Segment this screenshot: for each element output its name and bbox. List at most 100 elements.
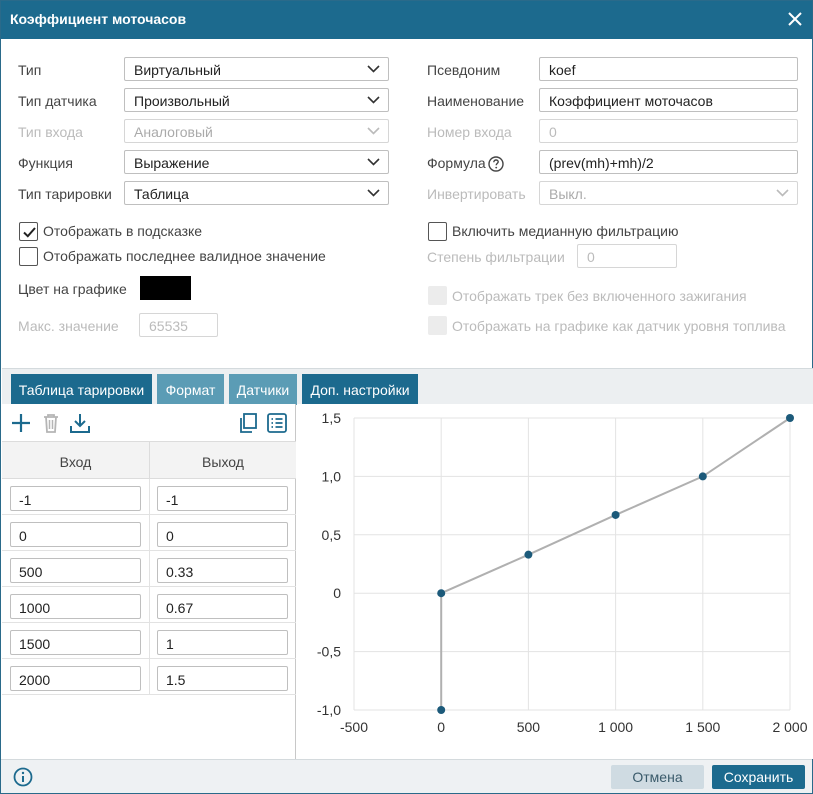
chevron-down-icon: [367, 158, 380, 166]
data-point: [611, 510, 620, 519]
list-icon[interactable]: [266, 412, 288, 434]
dialog-footer: Отмена Сохранить: [1, 759, 812, 793]
input-cell[interactable]: 1500: [10, 630, 141, 655]
calibration-chart-pane: -500 0 500 1 000 1 500 2 000 -1,0 -0,5 0 0,5 1,0 1,…: [297, 404, 813, 759]
x-tick-label: -500: [340, 719, 368, 735]
checkmark-icon: [23, 227, 36, 238]
input-cell[interactable]: 1000: [10, 594, 141, 619]
invert-value: Выкл.: [549, 186, 587, 202]
input-number-value: 0: [549, 124, 557, 140]
show-in-tooltip-label[interactable]: Отображать в подсказке: [43, 223, 202, 239]
chart-color-swatch[interactable]: [140, 276, 191, 300]
sensor-type-select[interactable]: Произвольный: [124, 88, 389, 112]
close-icon[interactable]: [786, 10, 804, 28]
type-label: Тип: [18, 62, 42, 78]
calibration-chart: -500 0 500 1 000 1 500 2 000 -1,0 -0,5 0 0,5 1,0 1,…: [317, 410, 808, 735]
input-cell[interactable]: 0: [10, 522, 141, 547]
output-cell[interactable]: 1.5: [157, 666, 288, 691]
filter-degree-value: 0: [587, 249, 595, 265]
calibration-table-pane: Вход Выход -1 -1 0 0 500 0.33 1000 0.67 …: [2, 404, 296, 759]
calibration-type-select[interactable]: Таблица: [124, 181, 389, 205]
sensor-type-label: Тип датчика: [18, 93, 97, 109]
filter-degree-label: Степень фильтрации: [427, 249, 565, 265]
data-point: [786, 414, 794, 422]
input-type-label: Тип входа: [18, 124, 83, 140]
input-number-input: 0: [539, 119, 798, 143]
input-number-label: Номер входа: [427, 124, 512, 140]
input-cell[interactable]: -1: [10, 486, 141, 511]
table-row: 500 0.33: [2, 551, 296, 587]
type-select[interactable]: Виртуальный: [124, 57, 389, 81]
name-input[interactable]: Коэффициент моточасов: [539, 88, 798, 112]
output-cell[interactable]: 0.67: [157, 594, 288, 619]
input-cell[interactable]: 2000: [10, 666, 141, 691]
show-last-valid-label[interactable]: Отображать последнее валидное значение: [43, 248, 326, 264]
y-tick-label: 1,0: [322, 468, 342, 484]
invert-label: Инвертировать: [427, 186, 526, 202]
show-last-valid-checkbox[interactable]: [19, 247, 38, 266]
table-row: 0 0: [2, 515, 296, 551]
chevron-down-icon: [776, 189, 789, 197]
function-select[interactable]: Выражение: [124, 150, 389, 174]
alias-label: Псевдоним: [427, 62, 501, 78]
input-type-value: Аналоговый: [134, 124, 213, 140]
plus-icon[interactable]: [10, 412, 32, 434]
table-row: -1 -1: [2, 479, 296, 515]
median-filter-checkbox[interactable]: [428, 222, 447, 241]
tab-sensors[interactable]: Датчики: [229, 374, 297, 405]
name-label: Наименование: [427, 93, 525, 109]
alias-input[interactable]: koef: [539, 57, 798, 81]
chevron-down-icon: [367, 189, 380, 197]
formula-label: Формула: [427, 155, 486, 171]
x-tick-label: 2 000: [772, 719, 807, 735]
x-tick-label: 1 000: [598, 719, 633, 735]
output-cell[interactable]: 0.33: [157, 558, 288, 583]
y-tick-label: -1,0: [317, 702, 341, 718]
tab-bar: Таблица тарировки Формат Датчики Доп. на…: [2, 368, 813, 405]
tab-extra-settings[interactable]: Доп. настройки: [302, 374, 418, 405]
input-cell[interactable]: 500: [10, 558, 141, 583]
max-value-value: 65535: [149, 318, 188, 334]
fuel-level-chart-checkbox: [428, 316, 447, 335]
fuel-level-chart-label: Отображать на графике как датчик уровня …: [452, 318, 786, 334]
formula-value: (prev(mh)+mh)/2: [549, 155, 654, 171]
trash-icon[interactable]: [40, 412, 62, 434]
y-tick-label: 1,5: [322, 410, 342, 426]
track-without-ignition-checkbox: [428, 286, 447, 305]
median-filter-label[interactable]: Включить медианную фильтрацию: [452, 223, 678, 239]
tab-format[interactable]: Формат: [157, 374, 224, 405]
dialog-title: Коэффициент моточасов: [10, 11, 187, 27]
x-tick-label: 0: [437, 719, 445, 735]
output-cell[interactable]: 0: [157, 522, 288, 547]
data-point: [437, 706, 446, 714]
output-cell[interactable]: -1: [157, 486, 288, 511]
show-in-tooltip-checkbox[interactable]: [19, 222, 38, 241]
output-cell[interactable]: 1: [157, 630, 288, 655]
column-header-input: Вход: [59, 454, 92, 470]
tab-calibration-table[interactable]: Таблица тарировки: [11, 374, 152, 405]
calibration-type-value: Таблица: [134, 186, 189, 202]
chevron-down-icon: [367, 127, 380, 135]
function-value: Выражение: [134, 155, 210, 171]
formula-input[interactable]: (prev(mh)+mh)/2: [539, 150, 798, 174]
data-point: [698, 472, 707, 481]
input-type-select: Аналоговый: [124, 119, 389, 143]
chart-color-label: Цвет на графике: [18, 281, 127, 297]
info-icon[interactable]: [13, 767, 33, 787]
calibration-type-label: Тип тарировки: [18, 186, 112, 202]
save-button[interactable]: Сохранить: [712, 765, 805, 789]
cancel-button[interactable]: Отмена: [611, 765, 704, 789]
column-header-output: Выход: [149, 442, 296, 480]
alias-value: koef: [549, 62, 576, 78]
y-tick-label: -0,5: [317, 644, 341, 660]
data-point: [524, 550, 533, 559]
max-value-label: Макс. значение: [18, 318, 119, 334]
download-icon[interactable]: [69, 412, 91, 434]
table-row: 2000 1.5: [2, 659, 296, 695]
table-row: 1000 0.67: [2, 587, 296, 623]
copy-icon[interactable]: [237, 412, 259, 434]
table-header: Вход Выход: [2, 441, 296, 480]
track-without-ignition-label: Отображать трек без включенного зажигани…: [452, 288, 747, 304]
help-icon[interactable]: [488, 156, 504, 172]
type-select-value: Виртуальный: [134, 62, 221, 78]
